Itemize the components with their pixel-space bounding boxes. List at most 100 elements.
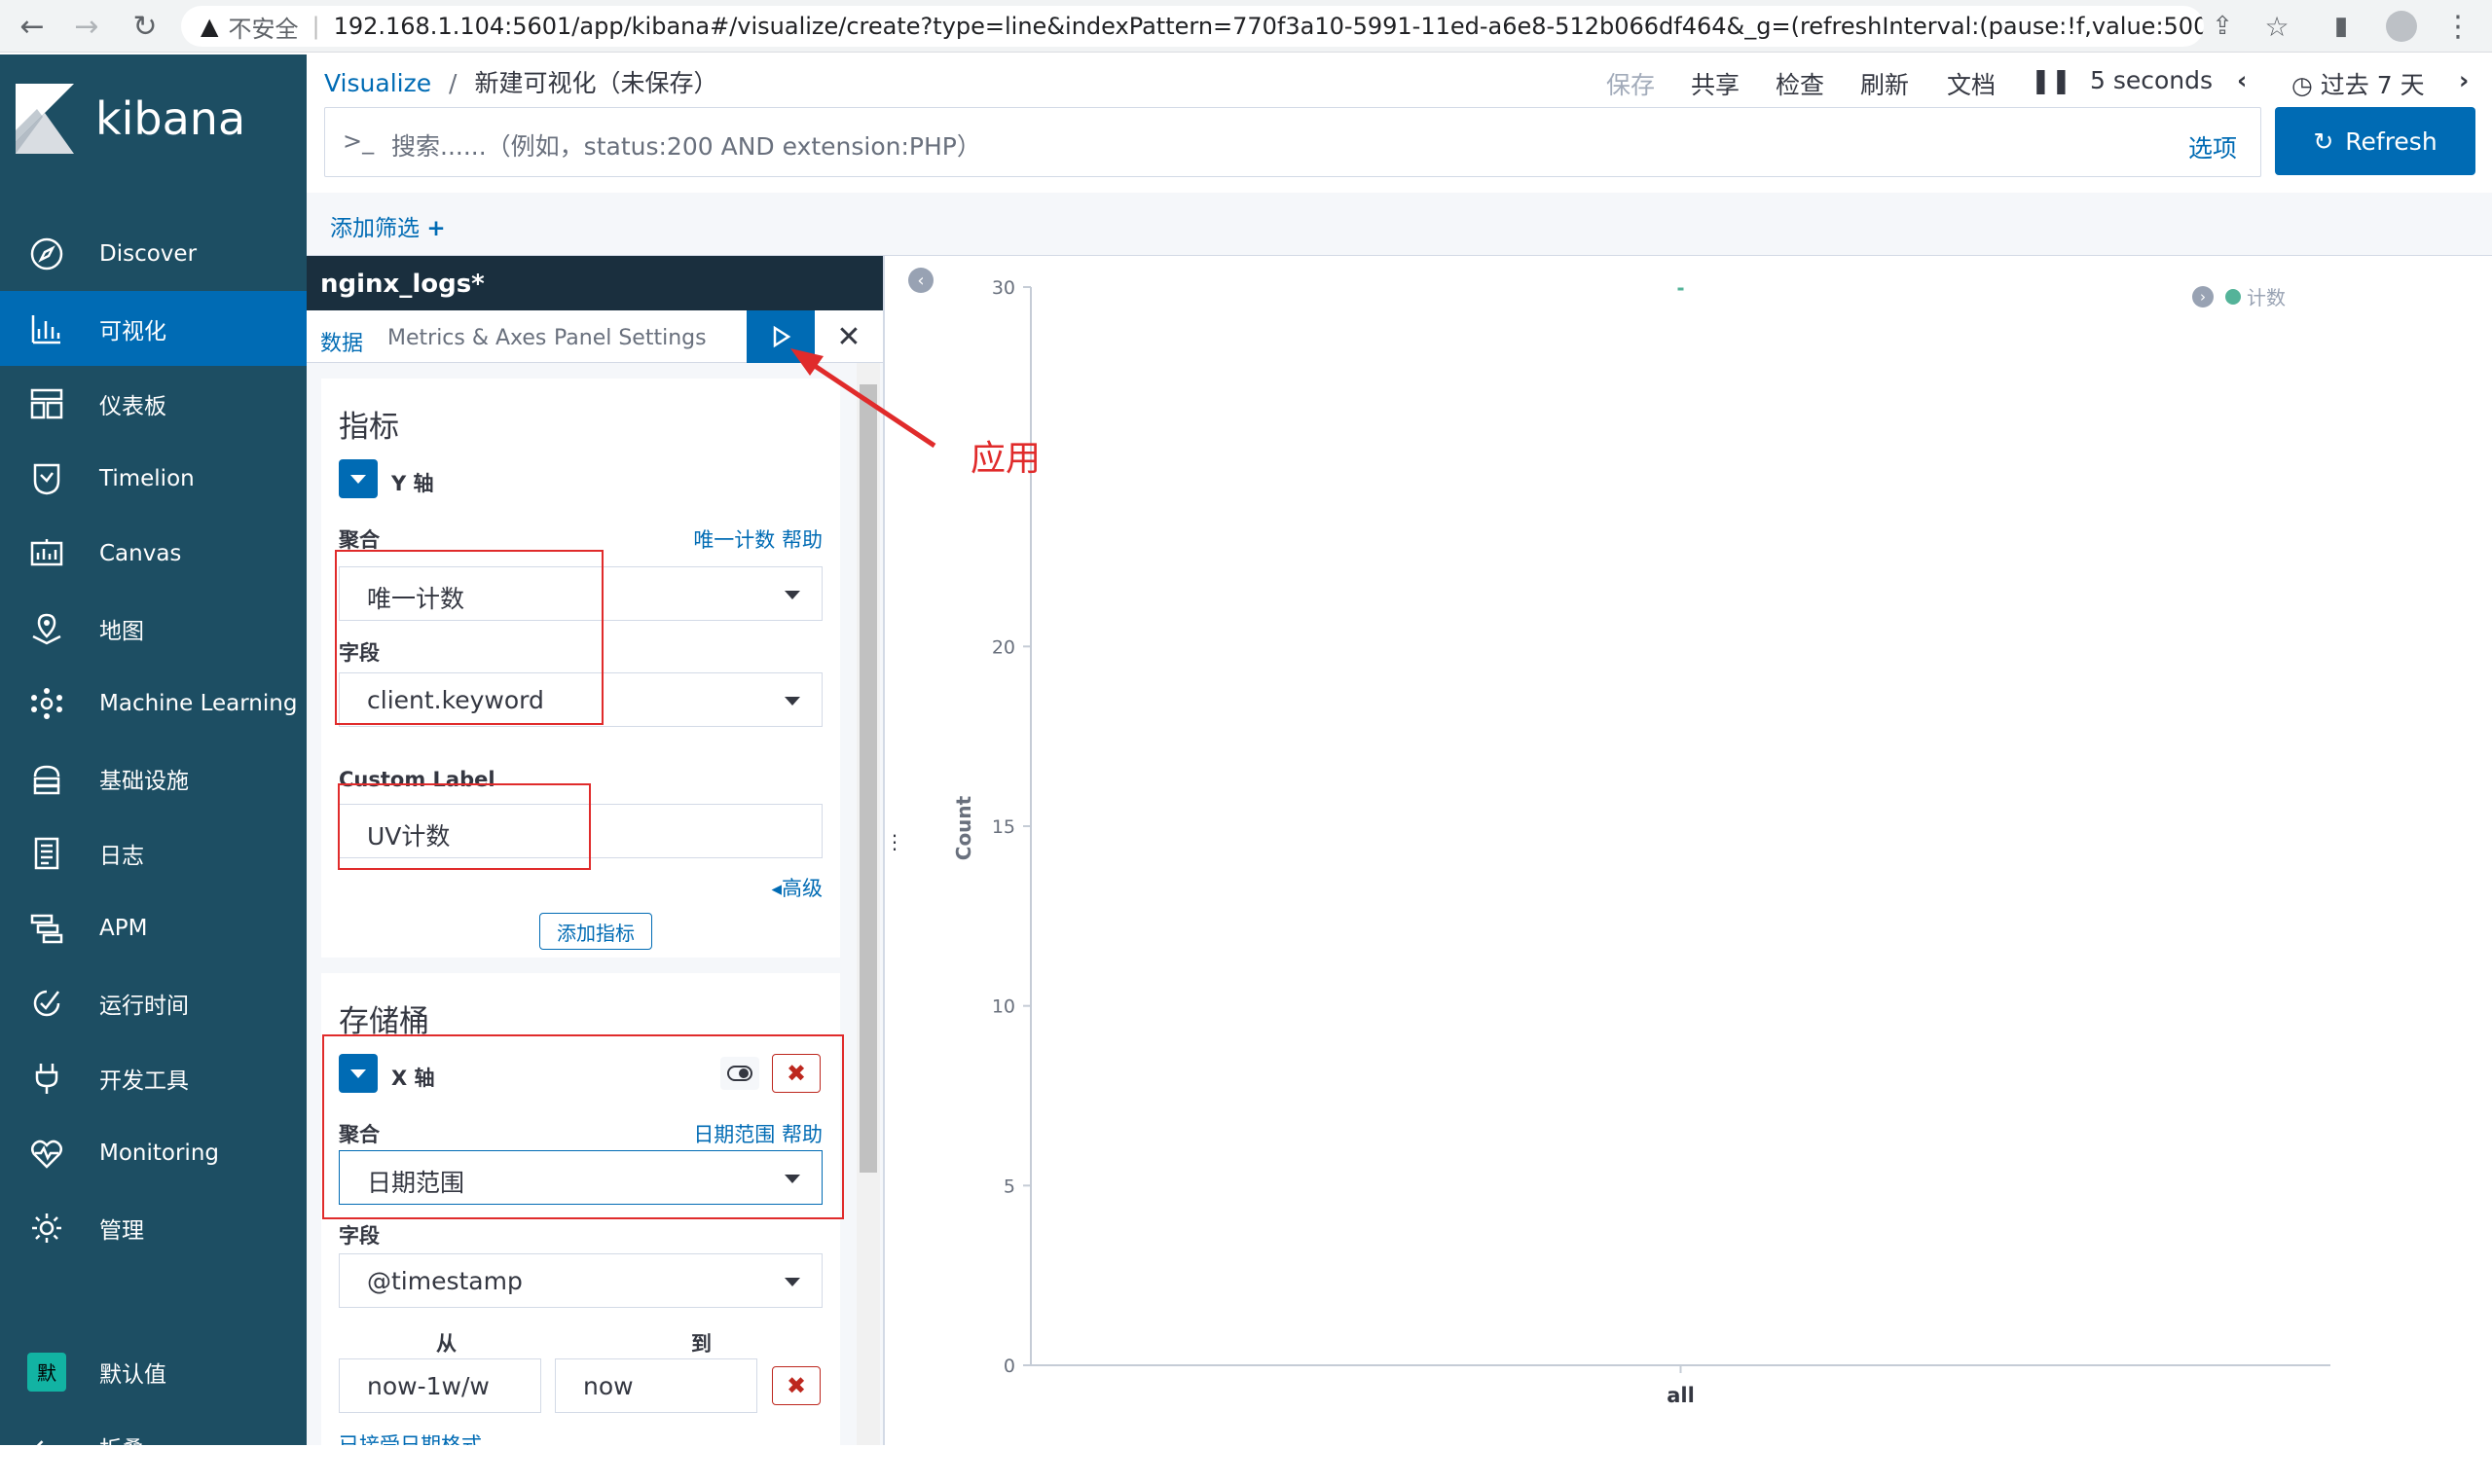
nav-label: 开发工具 <box>99 1068 189 1094</box>
browser-menu-icon[interactable]: ⋮ <box>2439 8 2476 45</box>
devtools-icon <box>25 1057 68 1100</box>
nav-timelion[interactable]: Timelion <box>0 441 307 516</box>
url-separator: | <box>312 13 320 40</box>
highlight-box-bucket <box>322 1034 844 1219</box>
refresh-interval[interactable]: 5 seconds <box>2090 66 2213 94</box>
share-page-icon[interactable]: ⇪ <box>2204 8 2241 45</box>
nav-monitoring[interactable]: Monitoring <box>0 1115 307 1190</box>
nav-discover[interactable]: Discover <box>0 216 307 291</box>
query-bar[interactable]: >_ 搜索......（例如，status:200 AND extension:… <box>324 107 2261 177</box>
nav-dashboard[interactable]: 仪表板 <box>0 366 307 441</box>
remove-range-button[interactable]: ✖ <box>772 1366 821 1405</box>
nav-space-default[interactable]: 默 默认值 <box>0 1334 307 1409</box>
kibana-mark-icon <box>16 84 74 154</box>
range-to-input[interactable]: now <box>555 1358 757 1413</box>
refresh-icon: ↻ <box>2313 127 2334 156</box>
compass-icon <box>25 233 68 275</box>
nav-label: Timelion <box>99 465 195 491</box>
advanced-toggle[interactable]: ◂高级 <box>771 873 823 902</box>
bookmark-star-icon[interactable]: ☆ <box>2258 8 2295 45</box>
tab-metrics-axes[interactable]: Metrics & Axes <box>387 326 546 350</box>
nav-devtools[interactable]: 开发工具 <box>0 1040 307 1115</box>
collapse-y-axis-toggle[interactable] <box>339 459 378 498</box>
editor-panel: 指标 Y 轴 聚合 唯一计数 帮助 唯一计数 字段 client.keyword… <box>307 363 883 1445</box>
time-range-picker[interactable]: ◷ 过去 7 天 <box>2291 66 2425 101</box>
forward-arrow-icon[interactable]: → <box>68 8 105 45</box>
plus-icon: + <box>426 216 446 241</box>
timelion-icon <box>25 457 68 500</box>
to-label: 到 <box>691 1332 712 1356</box>
infra-icon <box>25 757 68 800</box>
query-options-link[interactable]: 选项 <box>2188 129 2237 164</box>
legend-color-dot <box>2225 288 2241 305</box>
save-button[interactable]: 保存 <box>1606 66 1655 101</box>
legend-toggle-icon[interactable]: › <box>2192 285 2214 308</box>
kibana-logo[interactable]: kibana <box>16 84 245 154</box>
nav-label: 仪表板 <box>99 393 166 419</box>
nav-label: 地图 <box>99 618 144 644</box>
filter-bar: 添加筛选 + <box>307 193 2492 256</box>
y-tick-label: 0 <box>1004 1356 1015 1377</box>
breadcrumb-visualize[interactable]: Visualize <box>324 69 431 97</box>
nav-label: Canvas <box>99 540 182 566</box>
chart-legend: › 计数 <box>2192 282 2286 310</box>
reload-icon[interactable]: ↻ <box>127 8 164 45</box>
apm-icon <box>25 907 68 950</box>
chevron-right-icon[interactable]: › <box>2459 66 2469 94</box>
time-range-label: 过去 7 天 <box>2320 71 2425 99</box>
legend-item-label[interactable]: 计数 <box>2247 282 2286 310</box>
nav-management[interactable]: 管理 <box>0 1190 307 1265</box>
nav-label: 可视化 <box>99 318 166 344</box>
nav-canvas[interactable]: Canvas <box>0 516 307 591</box>
refresh-text-button[interactable]: 刷新 <box>1860 66 1909 101</box>
refresh-button[interactable]: ↻ Refresh <box>2275 107 2475 175</box>
tab-panel-settings[interactable]: Panel Settings <box>554 326 707 350</box>
profile-avatar-icon[interactable] <box>2383 8 2420 45</box>
kibana-sidebar: kibana Discover 可视化 仪表板 Timelion Canvas … <box>0 54 307 1464</box>
y-tick-label: 10 <box>992 996 1015 1018</box>
y-tick-label: 20 <box>992 636 1015 658</box>
accepted-date-formats-link[interactable]: 已接受日期格式 <box>339 1430 482 1445</box>
add-filter-button[interactable]: 添加筛选 + <box>330 209 446 242</box>
chevron-left-icon[interactable]: ‹ <box>2237 66 2247 94</box>
refresh-button-label: Refresh <box>2345 127 2437 156</box>
nav-infrastructure[interactable]: 基础设施 <box>0 741 307 815</box>
nav-label: 运行时间 <box>99 993 189 1019</box>
nav-label: Discover <box>99 240 198 267</box>
bucket-field-select[interactable]: @timestamp <box>339 1253 823 1308</box>
search-input[interactable]: 搜索......（例如，status:200 AND extension:PHP… <box>391 127 981 163</box>
editor-scrollbar-thumb[interactable] <box>860 384 877 1173</box>
metrics-title: 指标 <box>339 410 399 445</box>
add-metric-button[interactable]: 添加指标 <box>539 913 652 950</box>
ml-icon <box>25 682 68 725</box>
browser-toolbar: ← → ↻ ▲ 不安全 | 192.168.1.104:5601/app/kib… <box>0 0 2492 53</box>
nav-visualize[interactable]: 可视化 <box>0 291 307 366</box>
inspect-button[interactable]: 检查 <box>1776 66 1824 101</box>
warning-icon: ▲ <box>201 13 219 40</box>
nav-collapse[interactable]: ← 折叠 <box>0 1409 307 1484</box>
nav-machine-learning[interactable]: Machine Learning <box>0 666 307 741</box>
side-panel-icon[interactable]: ▮ <box>2323 8 2360 45</box>
back-arrow-icon[interactable]: ← <box>14 8 51 45</box>
tab-data[interactable]: 数据 <box>320 326 364 368</box>
share-button[interactable]: 共享 <box>1691 66 1740 101</box>
nav-label: Monitoring <box>99 1140 219 1166</box>
nav-maps[interactable]: 地图 <box>0 591 307 666</box>
breadcrumb-current: 新建可视化（未保存） <box>474 69 718 97</box>
query-prompt-icon: >_ <box>343 127 375 155</box>
nav-label: 管理 <box>99 1217 144 1244</box>
caret-down-icon <box>785 1278 800 1286</box>
nav-uptime[interactable]: 运行时间 <box>0 965 307 1040</box>
line-chart: 0 5 10 15 20 30 Count all <box>952 277 2330 1407</box>
nav-logs[interactable]: 日志 <box>0 815 307 890</box>
nav-label: 折叠 <box>99 1436 144 1463</box>
docs-button[interactable]: 文档 <box>1947 66 1996 101</box>
clock-icon: ◷ <box>2291 71 2313 99</box>
highlight-box-metric-agg <box>335 550 604 725</box>
map-icon <box>25 607 68 650</box>
pause-icon[interactable]: ❚❚ <box>2031 66 2071 94</box>
range-from-input[interactable]: now-1w/w <box>339 1358 541 1413</box>
nav-apm[interactable]: APM <box>0 890 307 965</box>
address-bar[interactable]: ▲ 不安全 | 192.168.1.104:5601/app/kibana#/v… <box>181 6 2204 47</box>
agg-help-link[interactable]: 唯一计数 帮助 <box>693 525 823 554</box>
